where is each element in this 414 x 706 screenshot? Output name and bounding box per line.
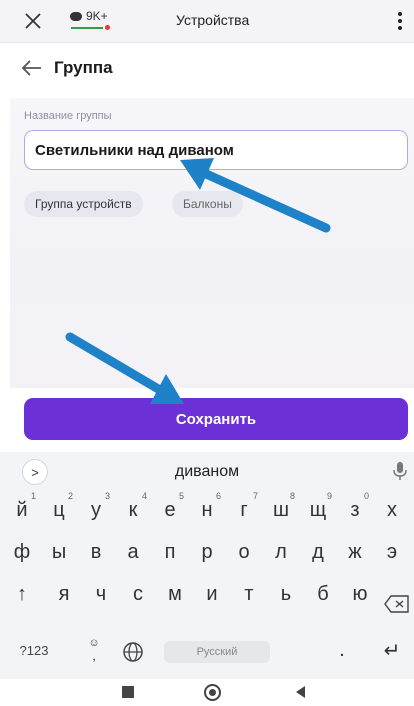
key[interactable]: г7 [224,490,264,530]
save-button[interactable]: Сохранить [24,398,408,440]
key[interactable]: а [113,532,153,572]
key[interactable]: д [298,532,338,572]
key[interactable]: ж [335,532,375,572]
suggestion-bar: > диваном [0,454,414,488]
key[interactable]: н6 [187,490,227,530]
page-title: Группа [54,58,113,77]
key[interactable]: э [372,532,412,572]
badge-underline [71,27,103,29]
page-header: Группа [0,52,414,84]
suggestion-word[interactable]: диваном [0,463,414,481]
key[interactable]: ф [2,532,42,572]
period-key[interactable]: . [322,630,362,670]
chip-device-group[interactable]: Группа устройств [24,191,143,217]
key[interactable]: я [44,574,84,614]
key[interactable]: в [76,532,116,572]
back-arrow-icon[interactable] [20,56,44,80]
system-nav-bar [0,679,414,706]
key[interactable]: р [187,532,227,572]
space-bar[interactable]: Русский [164,641,270,663]
key[interactable]: й1 [2,490,42,530]
more-menu-icon[interactable] [388,8,412,34]
group-name-value: Светильники над диваном [35,141,234,159]
key[interactable]: ь [266,574,306,614]
key[interactable]: ч [81,574,121,614]
key[interactable]: и [192,574,232,614]
key[interactable]: ц2 [39,490,79,530]
key[interactable]: о [224,532,264,572]
key[interactable]: ш8 [261,490,301,530]
key[interactable]: з0 [335,490,375,530]
browser-title: Устройства [176,12,250,28]
chip-balconies[interactable]: Балконы [172,191,243,217]
close-icon[interactable] [20,8,46,34]
key[interactable]: п [150,532,190,572]
key[interactable]: ы [39,532,79,572]
key[interactable]: х [372,490,412,530]
key[interactable]: с [118,574,158,614]
chat-bubble-icon [70,11,82,21]
back-icon[interactable] [296,686,305,698]
microphone-icon[interactable] [392,461,408,481]
backspace-icon[interactable] [384,595,410,613]
key[interactable]: л [261,532,301,572]
key[interactable]: к4 [113,490,153,530]
browser-toolbar: 9K+ Устройства [0,0,414,43]
symbols-key[interactable]: ?123 [6,630,62,670]
group-name-label: Название группы [24,110,112,122]
comma-key[interactable]: ☺ , [74,630,114,670]
notification-badge[interactable]: 9K+ [70,9,108,23]
key[interactable]: у3 [76,490,116,530]
key[interactable]: т [229,574,269,614]
badge-count: 9K+ [86,9,108,23]
recent-apps-icon[interactable] [122,686,134,698]
home-icon[interactable] [204,684,221,701]
key[interactable]: е5 [150,490,190,530]
badge-dot [105,25,110,30]
key[interactable]: м [155,574,195,614]
key[interactable]: ю [340,574,380,614]
group-name-input[interactable]: Светильники над диваном [24,130,408,170]
key[interactable]: б [303,574,343,614]
key[interactable]: щ9 [298,490,338,530]
shift-key[interactable]: ↑ [2,574,42,614]
globe-icon[interactable] [122,641,144,663]
enter-key[interactable]: ↵ [372,630,412,670]
